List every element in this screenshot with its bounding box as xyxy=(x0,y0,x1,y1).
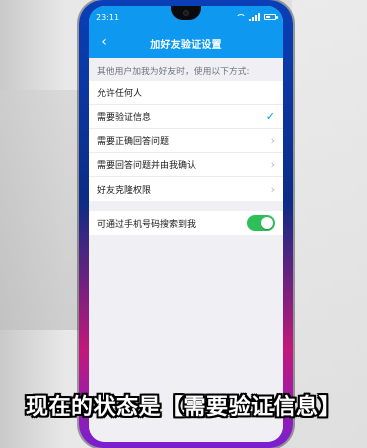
phone-screen: 23:11 ‹ 加好友验证设置 其他用户加我为好友时，使用以下方式: 允许任何人 xyxy=(89,6,283,442)
wifi-icon xyxy=(235,13,246,21)
chevron-right-icon: › xyxy=(270,182,275,196)
option-label: 需要回答问题并由我确认 xyxy=(97,161,197,171)
option-require-verification[interactable]: 需要验证信息 ✓ xyxy=(89,105,283,129)
status-time: 23:11 xyxy=(96,12,120,22)
option-label: 需要验证信息 xyxy=(97,113,152,123)
option-answer-and-confirm[interactable]: 需要回答问题并由我确认 › xyxy=(89,153,283,177)
phone-search-setting: 可通过手机号码搜索到我 xyxy=(89,211,283,235)
status-bar: 23:11 xyxy=(89,6,283,28)
option-label: 好友克隆权限 xyxy=(97,185,152,196)
option-friend-clone-permission[interactable]: 好友克隆权限 › xyxy=(89,177,283,201)
status-icons xyxy=(235,13,278,21)
section-label: 其他用户加我为好友时，使用以下方式: xyxy=(97,67,250,77)
toggle-knob xyxy=(261,217,273,229)
phone-search-toggle[interactable] xyxy=(247,215,275,231)
video-caption: 现在的状态是【需要验证信息】 xyxy=(25,395,341,420)
battery-fill xyxy=(266,16,270,18)
camera-notch xyxy=(171,6,201,20)
checkmark-icon: ✓ xyxy=(265,110,275,123)
chevron-right-icon: › xyxy=(270,134,275,147)
phone-bezel: 23:11 ‹ 加好友验证设置 其他用户加我为好友时，使用以下方式: 允许任何人 xyxy=(89,6,283,442)
back-arrow-icon[interactable]: ‹ xyxy=(97,35,111,49)
page-title: 加好友验证设置 xyxy=(150,39,222,51)
signal-icon xyxy=(249,13,260,21)
option-label: 允许任何人 xyxy=(97,89,143,99)
option-allow-anyone[interactable]: 允许任何人 xyxy=(89,81,283,105)
battery-icon xyxy=(264,14,278,20)
option-label: 需要正确回答问题 xyxy=(97,137,170,147)
phone-search-label: 可通过手机号码搜索到我 xyxy=(97,219,197,230)
page-header: ‹ 加好友验证设置 xyxy=(89,28,283,58)
phone-frame: 23:11 ‹ 加好友验证设置 其他用户加我为好友时，使用以下方式: 允许任何人 xyxy=(79,0,293,448)
verification-options-list: 允许任何人 需要验证信息 ✓ 需要正确回答问题 › 需要回答问题并由我确认 › … xyxy=(89,81,283,201)
option-require-correct-answer[interactable]: 需要正确回答问题 › xyxy=(89,129,283,153)
chevron-right-icon: › xyxy=(270,158,275,171)
